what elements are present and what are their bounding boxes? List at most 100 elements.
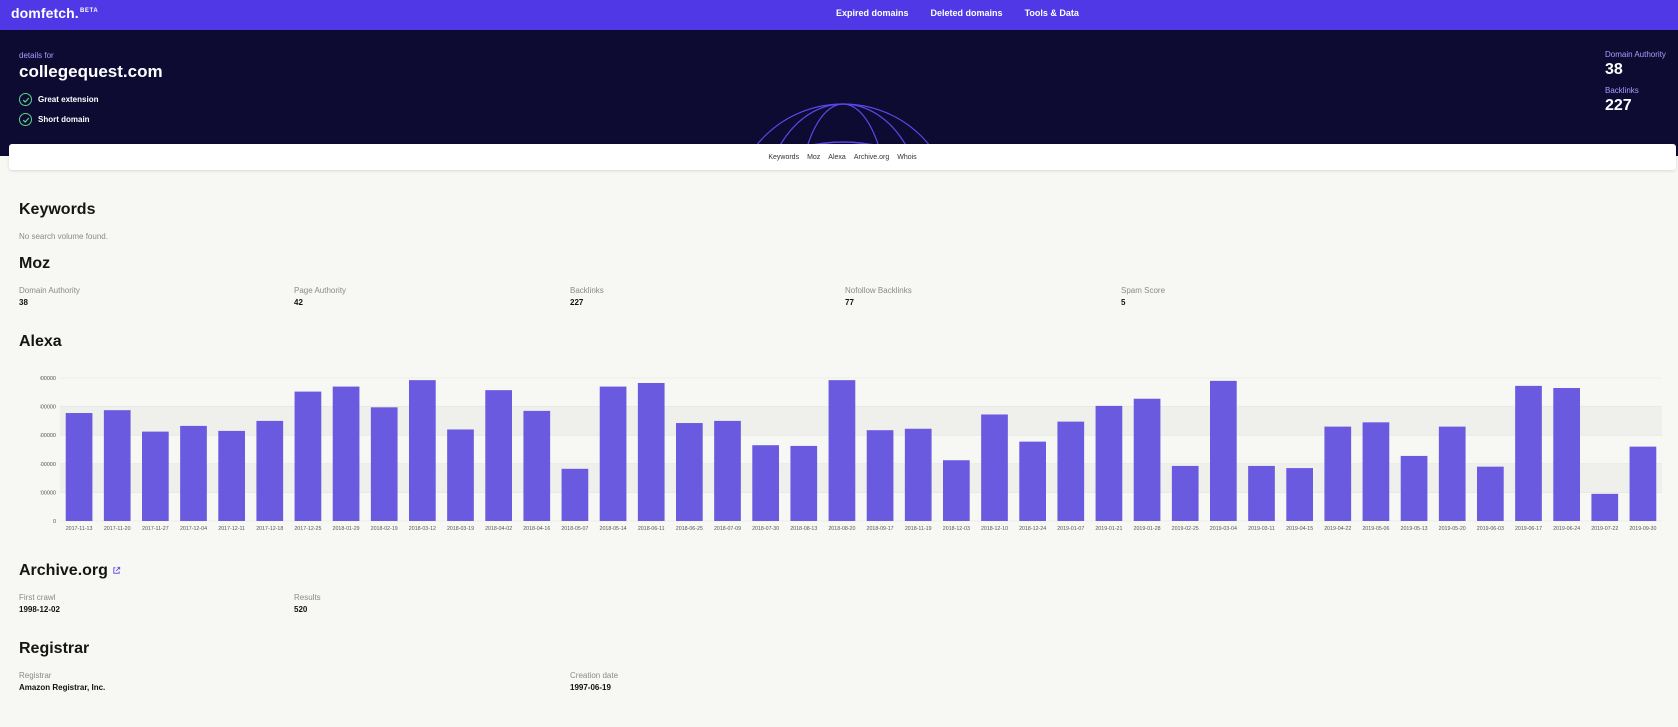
y-tick-label: 1000000 (40, 376, 56, 382)
check-circle-icon (19, 113, 32, 126)
x-tick-label: 2018-06-11 (638, 526, 665, 532)
bar (866, 430, 894, 521)
nav-deleted-domains[interactable]: Deleted domains (931, 8, 1003, 18)
external-link-icon[interactable] (112, 562, 121, 580)
bar (1286, 468, 1313, 521)
moz-spam-value: 5 (1121, 298, 1126, 307)
bar (523, 410, 551, 521)
bar (1553, 388, 1580, 521)
y-tick-label: 400000 (40, 462, 56, 468)
x-tick-label: 2019-01-21 (1095, 526, 1122, 532)
bar (1019, 441, 1046, 521)
x-tick-label: 2019-04-22 (1324, 526, 1351, 532)
x-tick-label: 2019-01-28 (1134, 526, 1161, 532)
keywords-title: Keywords (19, 201, 96, 218)
bar (637, 383, 665, 521)
x-tick-label: 2019-06-17 (1515, 526, 1542, 532)
x-tick-label: 2018-02-19 (371, 526, 398, 532)
moz-backlinks-label: Backlinks (570, 286, 604, 295)
bar (981, 414, 1008, 521)
registrar-creation-label: Creation date (570, 671, 619, 680)
x-tick-label: 2019-05-13 (1401, 526, 1428, 532)
moz-backlinks-value: 227 (570, 298, 584, 307)
bar (1248, 465, 1275, 521)
subnav-alexa[interactable]: Alexa (828, 154, 846, 161)
x-tick-label: 2017-11-13 (66, 526, 93, 532)
x-tick-label: 2018-06-25 (676, 526, 703, 532)
x-tick-label: 2017-12-18 (256, 526, 283, 532)
bar (1095, 405, 1123, 521)
nav-expired-domains[interactable]: Expired domains (836, 8, 909, 18)
moz-da-label: Domain Authority (19, 286, 80, 295)
bar (65, 413, 93, 521)
bar (447, 429, 474, 521)
x-tick-label: 2018-08-20 (828, 526, 855, 532)
bar (294, 391, 322, 521)
bar (1400, 455, 1428, 521)
x-tick-label: 2018-11-19 (905, 526, 932, 532)
nav-tools-data[interactable]: Tools & Data (1025, 8, 1079, 18)
y-tick-label: 600000 (40, 433, 56, 439)
bar (1324, 426, 1352, 521)
x-tick-label: 2018-01-29 (333, 526, 360, 532)
x-tick-label: 2017-11-27 (142, 526, 169, 532)
x-tick-label: 2019-02-25 (1172, 526, 1199, 532)
bar (1515, 385, 1542, 521)
moz-da-value: 38 (19, 298, 28, 307)
x-tick-label: 2018-12-10 (981, 526, 1008, 532)
registrar-name-label: Registrar (19, 671, 52, 680)
bar (256, 420, 284, 521)
bar (1133, 398, 1161, 521)
bar (1438, 426, 1466, 521)
bar (1591, 493, 1619, 521)
stat-domain-authority-value: 38 (1605, 61, 1623, 78)
details-for-label: details for (19, 51, 54, 60)
x-tick-label: 2019-06-24 (1553, 526, 1580, 532)
bar (1171, 465, 1199, 521)
section-subnav: Keywords Moz Alexa Archive.org Whois (9, 144, 1676, 170)
x-tick-label: 2019-09-30 (1629, 526, 1656, 532)
moz-pa-value: 42 (294, 298, 303, 307)
stat-domain-authority-label: Domain Authority (1605, 50, 1666, 59)
logo[interactable]: domfetch. (11, 5, 79, 21)
registrar-title: Registrar (19, 640, 90, 657)
subnav-archive[interactable]: Archive.org (854, 154, 889, 161)
x-tick-label: 2018-03-12 (409, 526, 436, 532)
x-tick-label: 2018-12-24 (1019, 526, 1046, 532)
top-navbar: domfetch. BETA Expired domains Deleted d… (0, 0, 1678, 30)
bar (714, 420, 741, 521)
domain-name: collegequest.com (19, 62, 163, 81)
moz-title: Moz (19, 255, 51, 272)
bar (485, 390, 512, 521)
registrar-creation-value: 1997-06-19 (570, 683, 611, 692)
archive-first-crawl-value: 1998-12-02 (19, 605, 60, 614)
feature-great-extension: Great extension (19, 93, 98, 106)
alexa-title: Alexa (19, 333, 62, 350)
stat-backlinks-value: 227 (1605, 97, 1632, 114)
bar (1057, 421, 1085, 521)
y-tick-label: 800000 (40, 405, 56, 411)
feature-short-domain: Short domain (19, 113, 90, 126)
feature-label: Great extension (38, 95, 99, 104)
bar (332, 386, 360, 521)
y-tick-label: 0 (53, 519, 56, 525)
bar (142, 431, 169, 521)
alexa-rank-chart: 0 200000 400000 600000 800000 1000000 2017-11-… (40, 376, 1662, 532)
x-tick-label: 2018-07-30 (752, 526, 779, 532)
moz-nofollow-label: Nofollow Backlinks (845, 286, 912, 295)
x-tick-label: 2017-12-04 (180, 526, 207, 532)
registrar-name-value: Amazon Registrar, Inc. (19, 683, 106, 692)
bar (904, 428, 932, 521)
bar (676, 423, 703, 521)
subnav-whois[interactable]: Whois (897, 154, 916, 161)
subnav-moz[interactable]: Moz (807, 154, 820, 161)
bar (370, 407, 398, 521)
bar (1629, 446, 1657, 521)
subnav-keywords[interactable]: Keywords (768, 154, 799, 161)
archive-first-crawl-label: First crawl (19, 593, 56, 602)
x-tick-label: 2017-12-11 (218, 526, 245, 532)
feature-label: Short domain (38, 115, 90, 124)
x-tick-label: 2019-04-15 (1286, 526, 1313, 532)
stat-backlinks-label: Backlinks (1605, 86, 1639, 95)
x-tick-label: 2018-12-03 (943, 526, 970, 532)
